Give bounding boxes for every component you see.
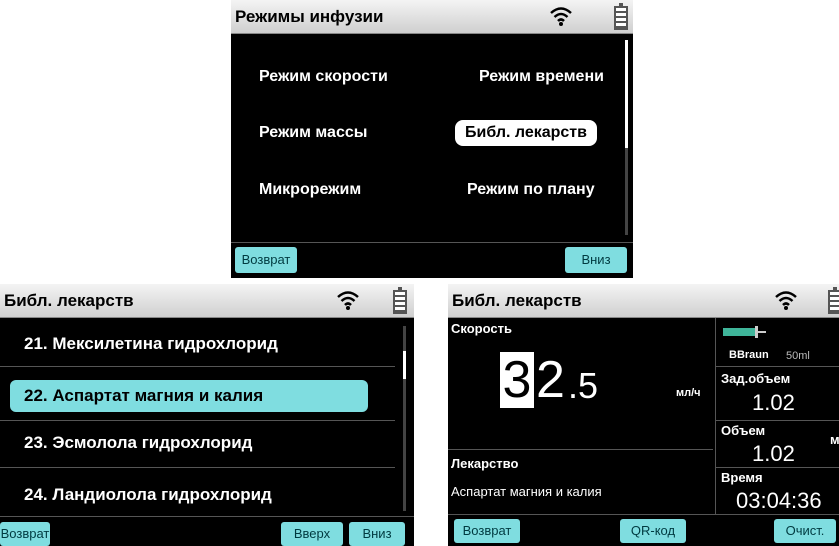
mode-micro[interactable]: Микрорежим (259, 181, 361, 199)
time-value: 03:04:36 (736, 488, 822, 513)
mode-drug-library[interactable]: Библ. лекарств (455, 120, 597, 146)
speed-digit: 2 (536, 351, 565, 409)
detail-divider-right (716, 366, 839, 367)
battery-icon (393, 287, 407, 314)
mode-speed[interactable]: Режим скорости (259, 68, 388, 86)
time-label: Время (721, 470, 763, 485)
modes-scroll-thumb[interactable] (625, 40, 628, 148)
volume-label: Объем (721, 423, 766, 438)
list-item[interactable]: 24. Ландиолола гидрохлорид (10, 479, 385, 511)
library-scrollbar[interactable] (403, 326, 406, 511)
battery-icon (614, 3, 628, 30)
modes-screen: Режимы инфузии Режим скорости Режим врем… (231, 0, 633, 278)
clear-button[interactable]: Очист. (774, 519, 836, 543)
mode-plan[interactable]: Режим по плану (467, 181, 595, 199)
detail-bottom-divider (448, 514, 839, 515)
syringe-size: 50ml (786, 350, 810, 362)
detail-vertical-divider (715, 318, 716, 514)
syringe-brand: BBraun (729, 349, 769, 361)
wifi-icon (775, 291, 797, 310)
drug-label: Лекарство (451, 456, 519, 471)
speed-unit: мл/ч (676, 387, 701, 399)
list-item[interactable]: 23. Эсмолола гидрохлорид (10, 427, 385, 459)
list-item-selected[interactable]: 22. Аспартат магния и калия (10, 380, 368, 412)
library-down-button[interactable]: Вниз (349, 522, 405, 546)
wifi-icon (550, 7, 572, 26)
list-divider (0, 366, 395, 367)
mode-mass[interactable]: Режим массы (259, 124, 367, 142)
drug-name: Аспартат магния и калия (451, 484, 602, 499)
library-up-button[interactable]: Вверх (281, 522, 343, 546)
speed-label: Скорость (451, 321, 512, 336)
speed-digit-highlight[interactable]: 3 (500, 352, 534, 408)
modes-bottom-divider (231, 242, 633, 243)
modes-back-button[interactable]: Возврат (235, 247, 297, 273)
speed-decimal: .5 (568, 365, 599, 406)
list-divider (0, 467, 395, 468)
detail-back-button[interactable]: Возврат (454, 519, 520, 543)
detail-divider-right (716, 420, 839, 421)
list-divider (0, 420, 395, 421)
modes-scrollbar[interactable] (625, 40, 628, 235)
library-bottom-divider (0, 516, 414, 517)
detail-screen: Библ. лекарств Скорость 3 2 .5 мл/ч Лека… (448, 284, 839, 546)
library-back-button[interactable]: Возврат (0, 522, 50, 546)
library-scroll-thumb[interactable] (403, 351, 406, 379)
modes-down-button[interactable]: Вниз (565, 247, 627, 273)
syringe-icon (723, 326, 766, 338)
qr-code-button[interactable]: QR-код (620, 519, 686, 543)
target-volume-label: Зад.объем (721, 371, 791, 386)
library-screen: Библ. лекарств 21. Мексилетина гидрохлор… (0, 284, 414, 546)
mode-time[interactable]: Режим времени (479, 68, 604, 86)
detail-divider-right (716, 467, 839, 468)
volume-value: 1.02 (752, 441, 795, 466)
detail-divider-left (448, 449, 713, 450)
volume-unit: м (830, 432, 839, 447)
list-item[interactable]: 21. Мексилетина гидрохлорид (10, 328, 385, 360)
battery-icon (828, 287, 839, 314)
wifi-icon (337, 291, 359, 310)
target-volume-value: 1.02 (752, 390, 795, 415)
